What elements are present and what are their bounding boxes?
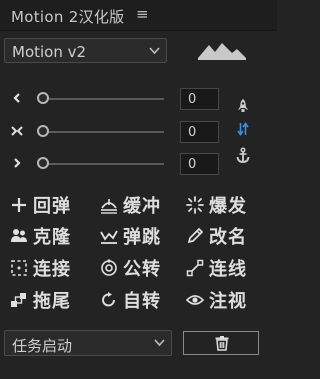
preset-dropdown-value: Motion v2 [12, 43, 87, 61]
rename-label: 改名 [209, 227, 247, 248]
rotate-label: 自转 [123, 291, 161, 312]
value-field-2[interactable]: 0 [180, 121, 219, 143]
clone-button[interactable]: 克隆 [10, 224, 71, 248]
trash-icon [215, 336, 229, 351]
bounce-icon [100, 230, 118, 244]
trail-button[interactable]: 拖尾 [10, 288, 71, 312]
orbit-button[interactable]: 公转 [100, 256, 161, 280]
task-dropdown-value: 任务启动 [12, 337, 73, 355]
burst-label: 爆发 [209, 196, 247, 217]
rebound-label: 回弹 [33, 196, 71, 217]
look-at-label: 注视 [209, 291, 247, 312]
chevron-right-icon [14, 158, 21, 168]
delete-button[interactable] [183, 331, 259, 355]
connect-line-button[interactable]: 连线 [186, 256, 247, 280]
rotate-icon [102, 292, 115, 307]
panel-menu-icon[interactable]: ≡ [136, 5, 149, 23]
line-connect-icon [186, 259, 204, 277]
trail-label: 拖尾 [33, 291, 71, 312]
task-dropdown[interactable]: 任务启动 [4, 330, 172, 356]
bounce-label: 弹跳 [123, 227, 161, 248]
plus-icon [12, 198, 26, 212]
orbit-icon [101, 259, 117, 276]
value-field-1[interactable]: 0 [180, 88, 219, 110]
chevron-down-icon [149, 47, 160, 55]
collapse-arrows-icon [11, 126, 23, 136]
anchor-icon[interactable] [235, 147, 251, 163]
slider-track-2[interactable] [38, 131, 164, 133]
slider-thumb-3[interactable] [37, 157, 49, 169]
clone-icon [11, 229, 27, 242]
mountain-graph-icon[interactable] [198, 41, 246, 61]
panel-title-bar: Motion 2汉化版 ≡ [0, 0, 277, 31]
eye-icon [186, 295, 204, 305]
rotate-button[interactable]: 自转 [100, 288, 161, 312]
slider-thumb-1[interactable] [37, 92, 49, 104]
panel-title: Motion 2汉化版 [11, 8, 125, 26]
look-at-button[interactable]: 注视 [186, 288, 247, 312]
rename-button[interactable]: 改名 [186, 224, 247, 248]
orbit-label: 公转 [123, 259, 161, 280]
slider-track-3[interactable] [38, 163, 164, 165]
preset-dropdown[interactable]: Motion v2 [4, 38, 167, 63]
clone-label: 克隆 [33, 227, 71, 248]
chevron-left-icon [13, 93, 20, 103]
bounce-button[interactable]: 弹跳 [100, 224, 161, 248]
chevron-down-icon [154, 339, 165, 347]
link-button[interactable]: 连接 [10, 256, 71, 280]
slider-thumb-2[interactable] [37, 125, 49, 137]
ease-icon [101, 199, 117, 214]
connect-line-label: 连线 [209, 259, 247, 280]
link-dashed-icon [11, 260, 27, 276]
ease-button[interactable]: 缓冲 [100, 193, 161, 217]
burst-button[interactable]: 爆发 [186, 193, 247, 217]
sync-arrows-icon[interactable] [235, 121, 251, 137]
burst-icon [186, 196, 204, 214]
motion-panel: Motion 2汉化版 ≡ Motion v2 0 0 0 回弹 缓冲 爆发 克… [0, 0, 277, 379]
ease-label: 缓冲 [123, 196, 161, 217]
slider-track-1[interactable] [38, 98, 164, 100]
rocket-icon[interactable] [235, 98, 251, 114]
pencil-icon [187, 227, 204, 244]
value-field-3[interactable]: 0 [180, 153, 219, 175]
rebound-button[interactable]: 回弹 [10, 193, 71, 217]
trail-icon [11, 293, 26, 307]
link-label: 连接 [33, 259, 71, 280]
